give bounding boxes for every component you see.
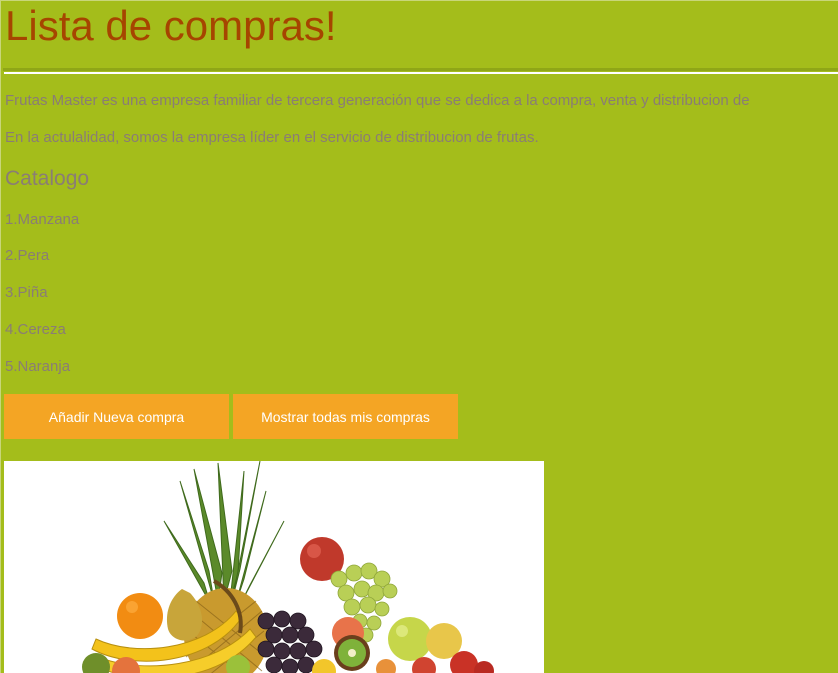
- page-title: Lista de compras!: [5, 2, 337, 49]
- catalog-item: 1.Manzana: [5, 211, 80, 228]
- intro-paragraph-secondary: En la actulalidad, somos la empresa líde…: [5, 129, 539, 146]
- title-divider: [4, 72, 838, 74]
- add-new-purchase-button[interactable]: Añadir Nueva compra: [4, 394, 229, 439]
- catalog-heading: Catalogo: [5, 167, 90, 190]
- catalog-item: 4.Cereza: [5, 321, 66, 338]
- intro-paragraph: Frutas Master es una empresa familiar de…: [5, 92, 750, 109]
- catalog-item: 2.Pera: [5, 247, 50, 264]
- show-all-purchases-button[interactable]: Mostrar todas mis compras: [233, 394, 458, 439]
- catalog-item: 5.Naranja: [5, 358, 71, 375]
- catalog-item: 3.Piña: [5, 284, 48, 301]
- title-divider-shadow: [3, 68, 838, 71]
- fruit-basket-photo: [4, 461, 544, 673]
- page: Lista de compras! Frutas Master es una e…: [0, 0, 838, 673]
